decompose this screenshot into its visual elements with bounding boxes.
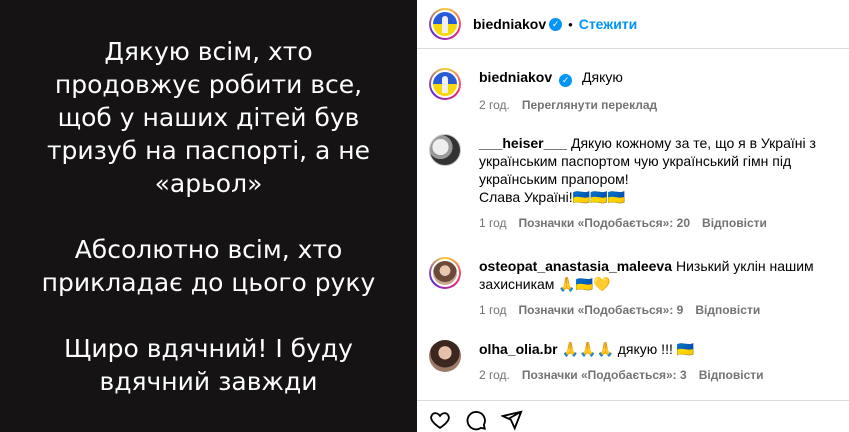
- comment-item: osteopat_anastasia_maleeva Низький уклін …: [429, 257, 839, 319]
- heart-icon[interactable]: [429, 409, 451, 431]
- comment-likes-count[interactable]: Позначки «Подобається»: 9: [519, 301, 684, 319]
- caption-username[interactable]: biedniakov: [479, 69, 552, 85]
- post-caption: biedniakov ✓ Дякую 2 год. Переглянути пер…: [429, 68, 839, 114]
- reply-button[interactable]: Відповісти: [702, 214, 767, 232]
- comment-likes-count[interactable]: Позначки «Подобається»: 3: [522, 366, 687, 384]
- comment-time[interactable]: 1 год: [479, 214, 507, 232]
- follow-button[interactable]: Стежити: [579, 16, 638, 32]
- comment-time[interactable]: 1 год: [479, 301, 507, 319]
- commenter-username[interactable]: ___heiser___: [479, 135, 567, 151]
- comment-time[interactable]: 2 год.: [479, 366, 510, 384]
- comment-text: 🙏🙏🙏 дякую !!! 🇺🇦: [561, 341, 695, 357]
- post-header: biedniakov ✓ • Стежити: [417, 0, 849, 49]
- verified-badge-icon: ✓: [559, 73, 573, 87]
- header-separator: •: [568, 16, 573, 32]
- comment-item: ___heiser___ Дякую кожному за те, що я в …: [429, 134, 839, 232]
- commenter-avatar[interactable]: [429, 134, 461, 166]
- post-image: Дякую всім, хто продовжує робити все, що…: [0, 0, 417, 432]
- post-text-paragraph-3: Щиро вдячний! І буду вдячний завжди: [64, 333, 353, 396]
- post-text-paragraph-1: Дякую всім, хто продовжує робити все, що…: [46, 36, 371, 198]
- author-avatar[interactable]: [429, 8, 461, 40]
- comments-list[interactable]: biedniakov ✓ Дякую 2 год. Переглянути пер…: [417, 50, 849, 400]
- caption-time[interactable]: 2 год.: [479, 96, 510, 114]
- post-side-panel: biedniakov ✓ • Стежити biedniakov ✓ Дякую…: [417, 0, 849, 432]
- commenter-username[interactable]: olha_olia.br: [479, 341, 558, 357]
- caption-author-avatar[interactable]: [429, 68, 461, 100]
- reply-button[interactable]: Відповісти: [699, 366, 764, 384]
- reply-button[interactable]: Відповісти: [695, 301, 760, 319]
- post-actions-bar: [417, 400, 849, 432]
- commenter-avatar[interactable]: [429, 340, 461, 372]
- commenter-username[interactable]: osteopat_anastasia_maleeva: [479, 258, 672, 274]
- commenter-avatar[interactable]: [429, 257, 461, 289]
- translate-link[interactable]: Переглянути переклад: [522, 96, 657, 114]
- comment-item: olha_olia.br 🙏🙏🙏 дякую !!! 🇺🇦 2 год. Позн…: [429, 340, 839, 384]
- caption-text: Дякую: [582, 69, 623, 85]
- post-text-paragraph-2: Абсолютно всім, хто прикладає до цього р…: [41, 234, 376, 297]
- comment-icon[interactable]: [465, 409, 487, 431]
- comment-likes-count[interactable]: Позначки «Подобається»: 20: [519, 214, 690, 232]
- author-username[interactable]: biedniakov: [473, 16, 546, 32]
- share-icon[interactable]: [501, 409, 523, 431]
- verified-badge-icon: ✓: [549, 17, 563, 31]
